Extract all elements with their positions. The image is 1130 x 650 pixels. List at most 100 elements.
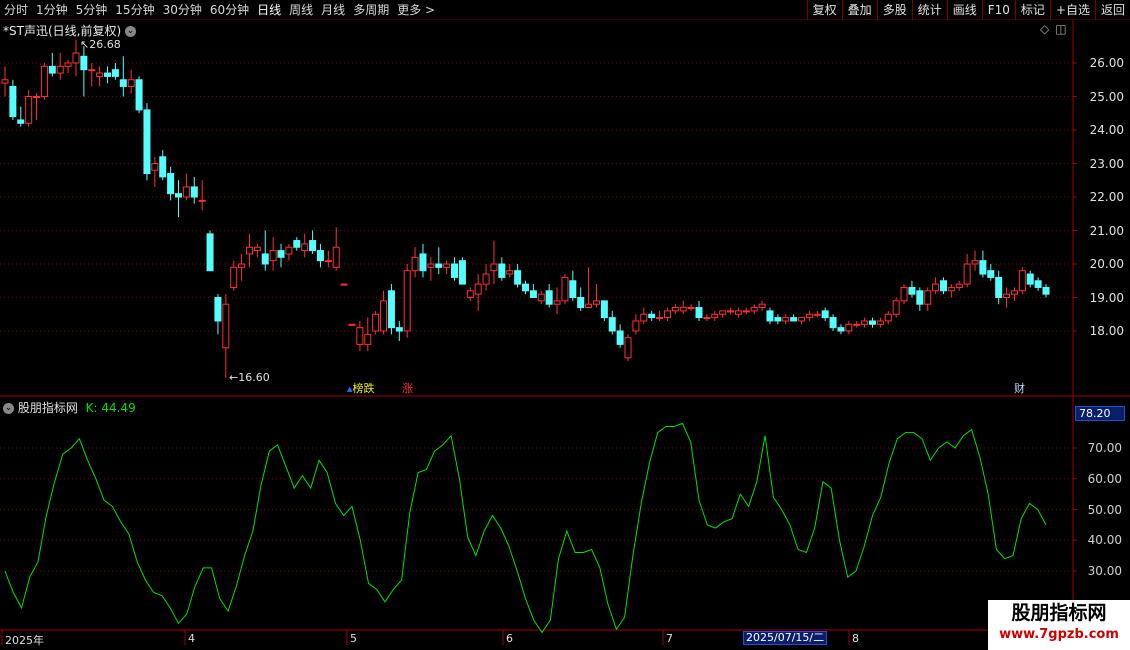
candle[interactable] xyxy=(427,257,435,281)
event-marker-cai[interactable]: 财 xyxy=(1014,383,1025,395)
candle[interactable] xyxy=(332,227,340,271)
candle[interactable] xyxy=(805,310,813,321)
candle[interactable] xyxy=(663,307,671,321)
candle[interactable] xyxy=(293,237,301,251)
candle[interactable] xyxy=(963,253,971,288)
candle[interactable] xyxy=(301,233,309,258)
candle[interactable] xyxy=(104,66,112,84)
candle[interactable] xyxy=(222,294,230,378)
candle[interactable] xyxy=(821,307,829,321)
candle[interactable] xyxy=(419,243,427,278)
candle[interactable] xyxy=(340,283,348,286)
candle[interactable] xyxy=(616,324,624,348)
candle[interactable] xyxy=(1,66,9,97)
candle[interactable] xyxy=(900,284,908,305)
candle[interactable] xyxy=(151,156,159,187)
candle[interactable] xyxy=(829,314,837,331)
candle[interactable] xyxy=(876,317,884,328)
candle[interactable] xyxy=(719,310,727,318)
candle[interactable] xyxy=(498,257,506,281)
candle[interactable] xyxy=(372,310,380,335)
price-panel-title[interactable]: *ST声迅(日线,前复权) ⌄ xyxy=(3,22,136,39)
diamond-icon[interactable]: ◇ xyxy=(1040,22,1049,36)
candle[interactable] xyxy=(309,230,317,254)
candle[interactable] xyxy=(451,257,459,281)
candle[interactable] xyxy=(979,250,987,278)
candle[interactable] xyxy=(33,93,41,120)
candle[interactable] xyxy=(64,59,72,74)
oscillator-title[interactable]: ⌄ 股朋指标网 K: 44.49 xyxy=(3,399,136,416)
candle[interactable] xyxy=(955,280,963,291)
candle[interactable] xyxy=(640,307,648,325)
candle[interactable] xyxy=(40,63,48,100)
candle[interactable] xyxy=(135,76,143,114)
candle[interactable] xyxy=(632,314,640,335)
candle[interactable] xyxy=(159,150,167,181)
candle[interactable] xyxy=(206,230,214,272)
candle[interactable] xyxy=(987,264,995,281)
candle[interactable] xyxy=(387,284,395,335)
candle[interactable] xyxy=(9,79,17,120)
candle[interactable] xyxy=(56,52,64,80)
candle[interactable] xyxy=(324,250,332,268)
candle[interactable] xyxy=(798,317,806,325)
candle[interactable] xyxy=(119,56,127,97)
chevron-down-icon[interactable]: ⌄ xyxy=(124,26,136,37)
candle[interactable] xyxy=(782,314,790,325)
candle[interactable] xyxy=(924,287,932,311)
candle[interactable] xyxy=(277,243,285,268)
candle[interactable] xyxy=(395,320,403,342)
candle[interactable] xyxy=(703,314,711,321)
candle[interactable] xyxy=(884,310,892,325)
candle[interactable] xyxy=(522,280,529,295)
candle[interactable] xyxy=(261,230,269,271)
candle[interactable] xyxy=(671,304,679,315)
candle[interactable] xyxy=(316,243,324,268)
candle[interactable] xyxy=(971,250,979,271)
candle[interactable] xyxy=(17,106,25,127)
candle[interactable] xyxy=(577,287,585,311)
candle[interactable] xyxy=(561,274,569,305)
candle[interactable] xyxy=(545,284,553,308)
candle[interactable] xyxy=(458,257,466,285)
candle[interactable] xyxy=(892,297,900,318)
candle[interactable] xyxy=(190,176,198,204)
candle[interactable] xyxy=(1026,270,1034,288)
candle[interactable] xyxy=(230,260,238,291)
candle[interactable] xyxy=(1042,284,1050,298)
candle[interactable] xyxy=(774,314,782,325)
candle[interactable] xyxy=(734,307,742,318)
event-marker-bang[interactable]: ▴榜跌 xyxy=(347,383,375,395)
candle[interactable] xyxy=(600,300,608,321)
candle[interactable] xyxy=(853,320,861,328)
candle[interactable] xyxy=(214,294,222,335)
candle[interactable] xyxy=(482,264,490,291)
candle[interactable] xyxy=(403,264,411,338)
chevron-down-icon[interactable]: ⌄ xyxy=(3,403,14,414)
candle[interactable] xyxy=(253,243,261,258)
chart-canvas[interactable] xyxy=(0,0,1130,650)
candle[interactable] xyxy=(348,323,356,326)
candle[interactable] xyxy=(758,300,766,311)
candle[interactable] xyxy=(238,253,246,281)
candle[interactable] xyxy=(624,334,632,362)
candle[interactable] xyxy=(88,63,96,87)
candle[interactable] xyxy=(127,69,135,94)
candle[interactable] xyxy=(790,314,798,322)
candle[interactable] xyxy=(1034,277,1042,291)
candle[interactable] xyxy=(916,287,924,311)
candle[interactable] xyxy=(411,247,419,278)
candle[interactable] xyxy=(750,304,758,315)
candle[interactable] xyxy=(656,310,664,321)
candle[interactable] xyxy=(995,270,1003,305)
candle[interactable] xyxy=(1010,287,1018,301)
candle[interactable] xyxy=(529,284,537,298)
candle[interactable] xyxy=(947,284,955,298)
candle[interactable] xyxy=(1003,287,1011,308)
window-icon[interactable]: ◫ xyxy=(1055,22,1066,36)
candle[interactable] xyxy=(813,310,821,318)
candle[interactable] xyxy=(585,267,593,309)
candle[interactable] xyxy=(245,233,253,268)
candle[interactable] xyxy=(939,277,947,295)
candle[interactable] xyxy=(474,274,482,311)
